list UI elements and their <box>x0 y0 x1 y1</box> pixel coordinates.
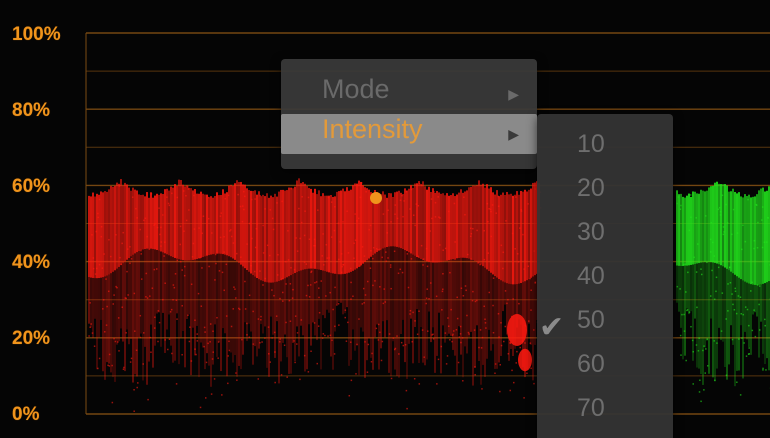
menu-item-intensity[interactable]: Intensity ▶ <box>281 114 537 154</box>
intensity-option-10[interactable]: 10 <box>537 130 673 174</box>
intensity-option-label: 60 <box>577 350 605 378</box>
intensity-option-label: 50 <box>577 306 605 334</box>
context-menu: Mode ▶ Intensity ▶ <box>281 59 537 169</box>
y-label-40: 40% <box>12 252 51 273</box>
intensity-option-70[interactable]: 70 <box>537 394 673 438</box>
intensity-submenu: 10 20 30 40 ✔ 50 60 70 <box>537 114 673 438</box>
checkmark-icon: ✔ <box>539 311 565 344</box>
intensity-option-label: 70 <box>577 394 605 422</box>
cursor-marker <box>370 192 382 204</box>
intensity-option-60[interactable]: 60 <box>537 350 673 394</box>
intensity-option-50[interactable]: ✔ 50 <box>537 306 673 350</box>
intensity-option-label: 20 <box>577 174 605 202</box>
intensity-option-30[interactable]: 30 <box>537 218 673 262</box>
intensity-option-label: 30 <box>577 218 605 246</box>
y-label-80: 80% <box>12 100 51 121</box>
menu-item-label: Mode <box>322 74 390 104</box>
y-label-0: 0% <box>12 404 40 425</box>
intensity-option-label: 40 <box>577 262 605 290</box>
submenu-arrow-icon: ▶ <box>508 126 519 142</box>
intensity-option-20[interactable]: 20 <box>537 174 673 218</box>
intensity-option-label: 10 <box>577 130 605 158</box>
trace-highlight <box>518 348 532 372</box>
menu-item-label: Intensity <box>322 114 423 144</box>
waveform-scope[interactable]: 100% 80% 60% 40% 20% 0% Mode ▶ Intensity… <box>0 0 770 438</box>
red-channel-trace <box>88 178 542 413</box>
submenu-arrow-icon: ▶ <box>508 86 519 102</box>
green-channel-trace <box>676 181 770 403</box>
trace-highlight <box>507 314 527 346</box>
y-label-20: 20% <box>12 328 51 349</box>
menu-item-mode[interactable]: Mode ▶ <box>281 74 537 114</box>
y-label-60: 60% <box>12 176 51 197</box>
intensity-option-40[interactable]: 40 <box>537 262 673 306</box>
y-label-100: 100% <box>12 24 61 45</box>
